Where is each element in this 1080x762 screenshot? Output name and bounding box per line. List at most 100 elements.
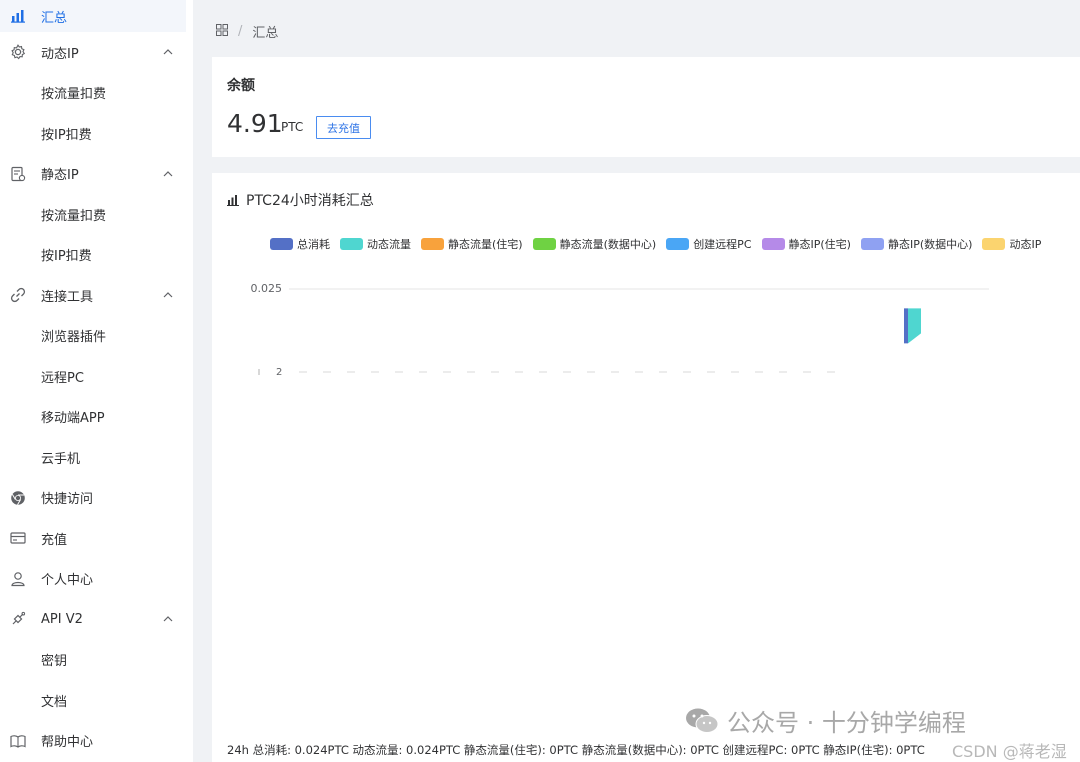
sidebar-item-label: 浏览器插件 <box>41 330 107 346</box>
chevron-up-icon <box>162 289 174 301</box>
breadcrumb-current: 汇总 <box>252 26 279 41</box>
chevron-up-icon <box>162 46 174 58</box>
balance-card: 余额 4.91 PTC 去充值 <box>212 57 1080 157</box>
bar-chart-icon <box>227 194 240 206</box>
legend-label: 静态流量(数据中心) <box>559 238 657 251</box>
gear-icon <box>9 43 27 61</box>
sidebar-item-label: 按流量扣费 <box>41 208 107 224</box>
balance-title: 余额 <box>227 78 255 94</box>
sidebar-item-label: 动态IP <box>41 46 79 62</box>
book-icon <box>9 732 27 750</box>
link-icon <box>9 286 27 304</box>
sidebar-item-label: 云手机 <box>41 451 81 467</box>
legend-item[interactable]: 静态流量(住宅) <box>421 236 523 252</box>
bar-1 <box>908 308 921 344</box>
sidebar-item-help[interactable]: 帮助中心 <box>0 721 193 762</box>
legend-label: 总消耗 <box>297 238 330 251</box>
sidebar-item-label: 连接工具 <box>41 289 94 305</box>
sidebar-item-connect-tools[interactable]: 连接工具 <box>0 275 193 316</box>
legend-swatch <box>421 238 444 250</box>
sidebar-item-api-docs[interactable]: 文档 <box>0 680 193 721</box>
main-content: / 汇总 余额 4.91 PTC 去充值 PTC24小时消耗汇总 总消耗 动态流量… <box>193 0 1080 762</box>
legend-item[interactable]: 静态IP(住宅) <box>761 236 851 252</box>
recharge-button[interactable]: 去充值 <box>316 116 371 139</box>
legend-label: 动态流量 <box>367 238 411 251</box>
sidebar-item-browser-plugin[interactable]: 浏览器插件 <box>0 316 193 357</box>
sidebar-item-label: 密钥 <box>41 654 68 670</box>
watermark: 公众号 · 十分钟学编程 <box>685 703 966 738</box>
sidebar-item-recharge[interactable]: 充值 <box>0 518 193 559</box>
sidebar-item-api-v2[interactable]: API V2 <box>0 599 193 640</box>
wechat-icon <box>685 707 719 735</box>
sidebar-item-label: 远程PC <box>41 370 84 386</box>
card-icon <box>9 529 27 547</box>
chrome-icon <box>9 489 27 507</box>
legend-swatch <box>860 238 884 250</box>
sidebar-item-profile[interactable]: 个人中心 <box>0 559 193 600</box>
sidebar-item-label: API V2 <box>41 611 83 627</box>
legend-swatch <box>666 238 690 250</box>
sidebar-item-dynamic-traffic[interactable]: 按流量扣费 <box>0 73 193 114</box>
sidebar-item-static-per-ip[interactable]: 按IP扣费 <box>0 235 193 276</box>
legend-item[interactable]: 静态流量(数据中心) <box>532 236 657 252</box>
bar-0 <box>904 308 908 344</box>
server-icon <box>9 165 27 183</box>
sidebar-item-dynamic-ip[interactable]: 动态IP <box>0 32 193 73</box>
balance-amount: 4.91 <box>227 109 283 138</box>
sidebar-item-static-ip[interactable]: 静态IP <box>0 154 193 195</box>
legend-swatch <box>340 238 363 250</box>
chart-card: PTC24小时消耗汇总 总消耗 动态流量 静态流量(住宅) 静态流量(数据中心) 创建远… <box>212 173 1080 762</box>
sidebar-item-mobile-app[interactable]: 移动端APP <box>0 397 193 438</box>
sidebar-item-quick-access[interactable]: 快捷访问 <box>0 478 193 519</box>
sidebar-item-label: 个人中心 <box>41 573 94 589</box>
user-icon <box>9 570 27 588</box>
legend-item[interactable]: 动态IP <box>982 236 1041 252</box>
watermark-text: 公众号 · 十分钟学编程 <box>727 709 966 737</box>
chart-title: PTC24小时消耗汇总 <box>227 190 374 210</box>
sidebar-item-cloud-phone[interactable]: 云手机 <box>0 437 193 478</box>
watermark-sub: CSDN @蒋老湿 <box>952 742 1067 761</box>
sidebar-item-label: 汇总 <box>41 10 68 26</box>
sidebar-item-label: 按流量扣费 <box>41 87 107 103</box>
legend-swatch <box>982 238 1006 250</box>
legend-label: 动态IP <box>1009 238 1042 251</box>
chart-plot: 0.025 2 <box>251 282 989 378</box>
y-tick-label: 2 <box>276 367 282 378</box>
grid-icon[interactable] <box>216 23 228 40</box>
sidebar-item-remote-pc[interactable]: 远程PC <box>0 356 193 397</box>
sidebar-item-label: 按IP扣费 <box>41 249 92 265</box>
legend-swatch <box>761 238 785 250</box>
legend-swatch <box>270 238 293 250</box>
sidebar-item-label: 按IP扣费 <box>41 127 92 143</box>
legend-label: 静态IP(数据中心) <box>887 238 973 251</box>
y-tick-label: 0.025 <box>251 282 283 295</box>
sidebar-item-label: 充值 <box>41 532 68 548</box>
chart-title-text: PTC24小时消耗汇总 <box>246 193 374 209</box>
sidebar: 汇总 动态IP 按流量扣费 按IP扣费 静态IP 按流量扣费 按IP扣费 连接工… <box>0 0 193 762</box>
sidebar-item-dynamic-per-ip[interactable]: 按IP扣费 <box>0 113 193 154</box>
sidebar-item-label: 快捷访问 <box>41 492 94 508</box>
balance-unit: PTC <box>281 120 304 134</box>
breadcrumb-separator: / <box>238 24 243 39</box>
legend-label: 静态流量(住宅) <box>448 238 523 251</box>
legend-item[interactable]: 创建远程PC <box>666 236 752 252</box>
sidebar-item-api-keys[interactable]: 密钥 <box>0 640 193 681</box>
consumption-summary: 24h 总消耗: 0.024PTC 动态流量: 0.024PTC 静态流量(住宅… <box>227 743 925 757</box>
legend-item[interactable]: 总消耗 <box>270 236 330 252</box>
legend-swatch <box>532 238 556 250</box>
sidebar-item-label: 帮助中心 <box>41 735 94 751</box>
legend-item[interactable]: 静态IP(数据中心) <box>860 236 973 252</box>
legend-item[interactable]: 动态流量 <box>340 236 411 252</box>
plug-icon <box>9 610 27 628</box>
sidebar-item-summary[interactable]: 汇总 <box>0 0 186 32</box>
bar-chart-icon <box>9 7 27 25</box>
legend-label: 创建远程PC <box>693 238 752 251</box>
chart-legend: 总消耗 动态流量 静态流量(住宅) 静态流量(数据中心) 创建远程PC 静态IP(住宅) 静… <box>270 236 1051 252</box>
breadcrumb: / 汇总 <box>216 22 278 41</box>
chevron-up-icon <box>162 168 174 180</box>
sidebar-item-label: 移动端APP <box>41 411 105 427</box>
sidebar-item-label: 文档 <box>41 694 68 710</box>
legend-label: 静态IP(住宅) <box>788 238 851 251</box>
sidebar-item-static-traffic[interactable]: 按流量扣费 <box>0 194 193 235</box>
chevron-up-icon <box>162 613 174 625</box>
